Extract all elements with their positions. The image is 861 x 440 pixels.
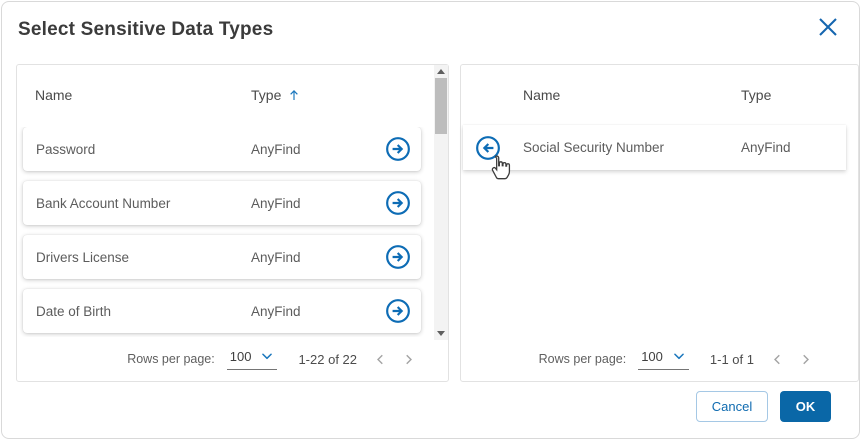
column-header-type[interactable]: Type <box>741 87 771 103</box>
arrow-circle-right-icon[interactable] <box>384 190 411 217</box>
arrow-circle-left-icon[interactable] <box>474 134 501 161</box>
available-rows-list: Password AnyFind Bank Account Number Any… <box>17 127 434 337</box>
chevron-right-icon[interactable] <box>796 350 814 368</box>
triangle-down-icon <box>437 331 445 336</box>
scrollbar-thumb[interactable] <box>435 78 447 134</box>
available-data-types-panel: Name Type Password AnyFind Bank Account … <box>16 64 449 382</box>
close-icon[interactable] <box>813 12 843 42</box>
page-range-label: 1-1 of 1 <box>710 352 754 367</box>
table-row: Password AnyFind <box>23 127 421 171</box>
chevron-right-icon[interactable] <box>399 350 417 368</box>
row-type-cell: AnyFind <box>251 142 301 157</box>
rows-per-page-label: Rows per page: <box>539 352 627 366</box>
rows-per-page-select[interactable]: 100 <box>227 349 278 370</box>
selected-table-header: Name Type <box>461 87 858 109</box>
cancel-button[interactable]: Cancel <box>696 391 768 422</box>
table-row: Drivers License AnyFind <box>23 235 421 279</box>
column-header-name[interactable]: Name <box>35 87 72 103</box>
row-type-cell: AnyFind <box>251 196 301 211</box>
row-name-cell: Social Security Number <box>523 140 664 155</box>
page-range-label: 1-22 of 22 <box>298 352 357 367</box>
select-sensitive-data-types-dialog: Select Sensitive Data Types Name Type Pa… <box>1 1 860 439</box>
rows-per-page-label: Rows per page: <box>127 352 215 366</box>
table-row: Bank Account Number AnyFind <box>23 181 421 225</box>
row-type-cell: AnyFind <box>251 304 301 319</box>
close-icon-glyph <box>816 15 840 39</box>
chevron-down-icon <box>672 349 686 363</box>
table-row: Date of Birth AnyFind <box>23 289 421 333</box>
chevron-down-icon <box>260 349 274 363</box>
chevron-left-icon[interactable] <box>371 350 389 368</box>
row-name-cell: Password <box>36 142 95 157</box>
column-header-name[interactable]: Name <box>523 87 560 103</box>
chevron-left-icon[interactable] <box>768 350 786 368</box>
available-table-header: Name Type <box>17 87 448 109</box>
row-type-cell: AnyFind <box>251 250 301 265</box>
selected-pagination: Rows per page: 100 1-1 of 1 <box>461 337 858 381</box>
selected-data-types-panel: Name Type Social Security Number AnyFind… <box>460 64 859 382</box>
table-row: Social Security Number AnyFind <box>463 125 846 170</box>
available-pagination: Rows per page: 100 1-22 of 22 <box>17 337 448 381</box>
sort-ascending-icon <box>287 88 301 102</box>
arrow-circle-right-icon[interactable] <box>384 298 411 325</box>
arrow-circle-right-icon[interactable] <box>384 244 411 271</box>
row-name-cell: Bank Account Number <box>36 196 170 211</box>
row-name-cell: Drivers License <box>36 250 129 265</box>
arrow-circle-right-icon[interactable] <box>384 136 411 163</box>
row-type-cell: AnyFind <box>741 140 791 155</box>
vertical-scrollbar[interactable] <box>434 65 448 340</box>
ok-button[interactable]: OK <box>780 391 831 422</box>
dialog-title: Select Sensitive Data Types <box>18 19 273 41</box>
column-header-type[interactable]: Type <box>251 87 301 103</box>
row-name-cell: Date of Birth <box>36 304 111 319</box>
triangle-up-icon <box>437 69 445 74</box>
scroll-up-button[interactable] <box>434 65 448 78</box>
rows-per-page-select[interactable]: 100 <box>638 349 689 370</box>
